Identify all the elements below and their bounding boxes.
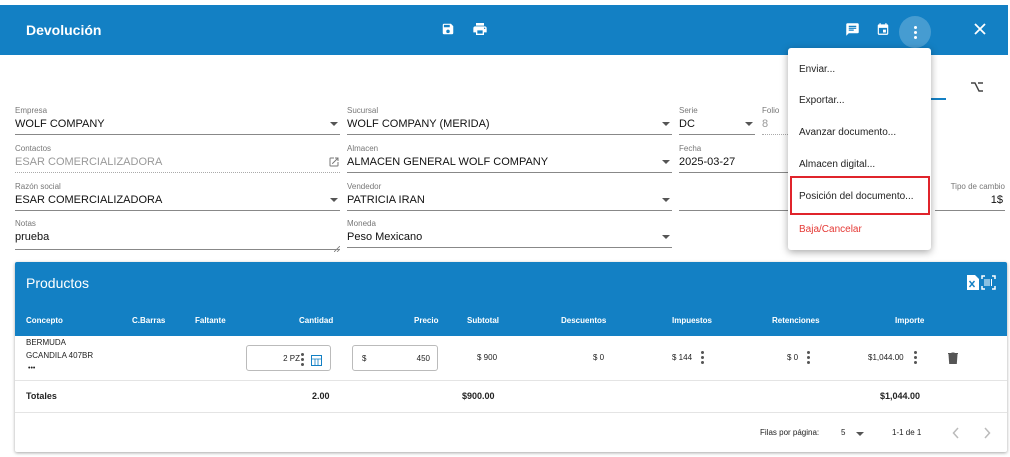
dropdown-arrow-icon	[662, 235, 670, 239]
totals-cantidad: 2.00	[312, 391, 330, 401]
dropdown-arrow-icon	[330, 122, 338, 126]
more-horiz-icon[interactable]: •••	[28, 365, 35, 372]
resize-handle-icon[interactable]	[333, 239, 341, 257]
dropdown-arrow-icon	[662, 198, 670, 202]
retenciones-menu-icon[interactable]	[807, 351, 810, 364]
page-title: Devolución	[26, 22, 102, 38]
menu-item-avanzar-documento[interactable]: Avanzar documento...	[799, 127, 896, 138]
save-icon[interactable]	[437, 18, 459, 40]
totals-importe: $1,044.00	[880, 391, 921, 401]
empresa-select[interactable]: Empresa WOLF COMPANY	[15, 106, 340, 136]
dropdown-arrow-icon	[330, 198, 338, 202]
unit-menu-icon[interactable]	[301, 353, 304, 366]
rows-per-page-label: Filas por página:	[760, 428, 820, 437]
menu-item-almacen-digital[interactable]: Almacen digital...	[799, 159, 875, 170]
razon-social-select[interactable]: Razón social ESAR COMERCIALIZADORA	[15, 182, 340, 212]
descuentos-value: $ 0	[593, 353, 605, 362]
excel-export-icon[interactable]	[966, 275, 979, 295]
column-header-subtotal[interactable]: Subtotal	[467, 316, 499, 325]
comment-icon[interactable]	[841, 18, 863, 40]
column-header-faltante[interactable]: Faltante	[195, 316, 226, 325]
cantidad-input[interactable]: 2 PZ	[246, 345, 331, 371]
column-header-cantidad[interactable]: Cantidad	[299, 316, 333, 325]
fecha-field[interactable]: Fecha 2025-03-27	[679, 144, 788, 174]
retenciones-value: $ 0	[787, 353, 799, 362]
notas-textarea[interactable]: Notas prueba	[15, 219, 341, 253]
vendedor-select[interactable]: Vendedor PATRICIA IRAN	[347, 182, 672, 212]
dropdown-arrow-icon	[856, 432, 864, 436]
precio-input[interactable]: $ 450	[352, 345, 438, 371]
option-key-icon[interactable]	[970, 80, 984, 98]
calendar-icon[interactable]	[872, 18, 894, 40]
rows-per-page-select[interactable]: 5	[841, 426, 867, 440]
products-title: Productos	[26, 275, 90, 291]
subtotal-value: $ 900	[477, 353, 498, 362]
column-header-concepto[interactable]: Concepto	[26, 316, 63, 325]
column-header-descuentos[interactable]: Descuentos	[561, 316, 606, 325]
column-header-retenciones[interactable]: Retenciones	[772, 316, 820, 325]
importe-value: $1,044.00	[868, 353, 904, 362]
impuestos-value: $ 144	[672, 353, 693, 362]
contactos-field: Contactos ESAR COMERCIALIZADORA	[15, 144, 340, 174]
open-in-new-icon[interactable]	[328, 155, 340, 173]
menu-item-exportar[interactable]: Exportar...	[799, 95, 845, 106]
page-range: 1-1 de 1	[892, 428, 922, 437]
almacen-select[interactable]: Almacen ALMACEN GENERAL WOLF COMPANY	[347, 144, 672, 174]
delete-icon[interactable]	[948, 351, 958, 369]
impuestos-menu-icon[interactable]	[701, 351, 704, 364]
more-options-menu: Enviar... Exportar... Avanzar documento.…	[788, 48, 931, 250]
column-header-cbarras[interactable]: C.Barras	[132, 316, 165, 325]
menu-item-enviar[interactable]: Enviar...	[799, 64, 835, 75]
importe-menu-icon[interactable]	[914, 351, 917, 364]
more-options-button[interactable]	[899, 16, 931, 48]
table-edit-icon[interactable]	[311, 353, 322, 371]
totals-subtotal: $900.00	[462, 391, 495, 401]
column-header-importe[interactable]: Importe	[895, 316, 924, 325]
sucursal-select[interactable]: Sucursal WOLF COMPANY (MERIDA)	[347, 106, 672, 136]
blank-field[interactable]	[679, 182, 788, 212]
moneda-select[interactable]: Moneda Peso Mexicano	[347, 219, 672, 249]
highlight-box	[790, 176, 930, 215]
folio-field: Folio 8	[762, 106, 788, 136]
dropdown-arrow-icon	[745, 122, 753, 126]
serie-select[interactable]: Serie DC	[679, 106, 755, 136]
chevron-left-icon[interactable]	[952, 426, 960, 444]
menu-item-baja-cancelar[interactable]: Baja/Cancelar	[799, 224, 862, 235]
products-header: Productos Concepto C.Barras Faltante Can…	[15, 262, 1007, 336]
chevron-right-icon[interactable]	[983, 426, 991, 444]
products-card: Productos Concepto C.Barras Faltante Can…	[15, 262, 1007, 452]
concepto-code: GCANDILA 407BR	[26, 351, 94, 360]
tipo-cambio-field[interactable]: Tipo de cambio 1$	[935, 182, 1005, 212]
print-icon[interactable]	[469, 18, 491, 40]
concepto-name: BERMUDA	[26, 338, 67, 347]
column-header-precio[interactable]: Precio	[414, 316, 438, 325]
dropdown-arrow-icon	[662, 160, 670, 164]
more-vert-icon	[913, 25, 917, 39]
close-icon[interactable]	[969, 18, 991, 40]
dropdown-arrow-icon	[662, 122, 670, 126]
column-header-impuestos[interactable]: Impuestos	[672, 316, 712, 325]
totals-label: Totales	[26, 391, 57, 401]
barcode-scan-icon[interactable]	[981, 275, 996, 295]
